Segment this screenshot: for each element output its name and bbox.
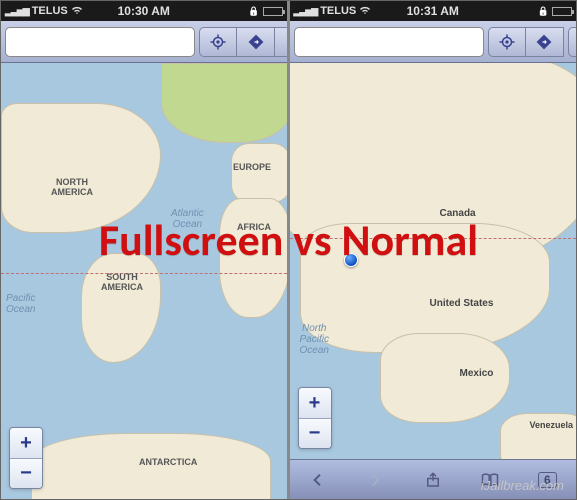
land-north-america: [1, 103, 161, 233]
label-south-america: SOUTHAMERICA: [101, 273, 143, 293]
battery-icon: [263, 7, 283, 16]
zoom-out-button[interactable]: −: [299, 418, 331, 448]
map-canvas[interactable]: Canada United States Mexico Venezuela No…: [290, 63, 577, 459]
screen-fullscreen: ▂▃▅▆ TELUS 10:30 AM: [1, 1, 289, 499]
directions-icon: [247, 33, 265, 51]
lock-icon: [248, 5, 259, 17]
locate-button[interactable]: [488, 27, 526, 57]
share-icon: [424, 471, 442, 489]
forward-button[interactable]: [359, 472, 391, 488]
label-pacific: NorthPacificOcean: [300, 323, 329, 356]
label-europe: EUROPE: [233, 163, 271, 173]
locate-button[interactable]: [199, 27, 237, 57]
share-button[interactable]: [417, 471, 449, 489]
signal-icon: ▂▃▅▆: [294, 6, 318, 17]
zoom-control: + −: [298, 387, 332, 449]
zoom-control: + −: [9, 427, 43, 489]
status-bar: ▂▃▅▆ TELUS 10:30 AM: [1, 1, 287, 21]
map-canvas[interactable]: NORTHAMERICA SOUTHAMERICA EUROPE AFRICA …: [1, 63, 287, 499]
directions-button[interactable]: [526, 27, 564, 57]
label-africa: AFRICA: [237, 223, 271, 233]
clock: 10:30 AM: [118, 4, 170, 18]
watermark: iJailbreak.com: [481, 478, 564, 493]
wifi-icon: [359, 5, 371, 18]
label-pacific: PacificOcean: [6, 293, 35, 315]
directions-icon: [535, 33, 553, 51]
dropdown-button[interactable]: [568, 27, 577, 57]
list-button[interactable]: [275, 27, 289, 57]
land-africa: [219, 198, 287, 318]
location-pin[interactable]: [344, 253, 358, 267]
land-south-america: [81, 253, 161, 363]
screen-normal: ▂▃▅▆ TELUS 10:31 AM: [289, 1, 577, 499]
zoom-out-button[interactable]: −: [10, 458, 42, 488]
land-europe: [231, 143, 287, 203]
battery-icon: [552, 7, 572, 16]
label-canada: Canada: [440, 208, 476, 219]
land-greenland: [161, 63, 287, 143]
chevron-right-icon: [367, 472, 383, 488]
label-mexico: Mexico: [460, 368, 494, 379]
back-button[interactable]: [302, 472, 334, 488]
maps-toolbar: [290, 21, 577, 63]
zoom-in-button[interactable]: +: [299, 388, 331, 418]
crosshair-icon: [209, 33, 227, 51]
equator-line: [1, 273, 287, 274]
border-line: [290, 238, 577, 239]
zoom-in-button[interactable]: +: [10, 428, 42, 458]
search-input[interactable]: [294, 27, 484, 57]
carrier-label: TELUS: [32, 5, 68, 17]
label-atlantic: AtlanticOcean: [171, 208, 204, 230]
clock: 10:31 AM: [407, 4, 459, 18]
label-usa: United States: [430, 298, 494, 309]
search-input[interactable]: [5, 27, 195, 57]
label-antarctica: ANTARCTICA: [139, 458, 197, 468]
crosshair-icon: [498, 33, 516, 51]
carrier-label: TELUS: [320, 5, 356, 17]
label-north-america: NORTHAMERICA: [51, 178, 93, 198]
directions-button[interactable]: [237, 27, 275, 57]
lock-icon: [538, 5, 549, 17]
maps-toolbar: [1, 21, 287, 63]
status-bar: ▂▃▅▆ TELUS 10:31 AM: [290, 1, 577, 21]
wifi-icon: [71, 5, 83, 18]
signal-icon: ▂▃▅▆: [5, 6, 29, 17]
chevron-left-icon: [310, 472, 326, 488]
label-venezuela: Venezuela: [530, 421, 574, 431]
